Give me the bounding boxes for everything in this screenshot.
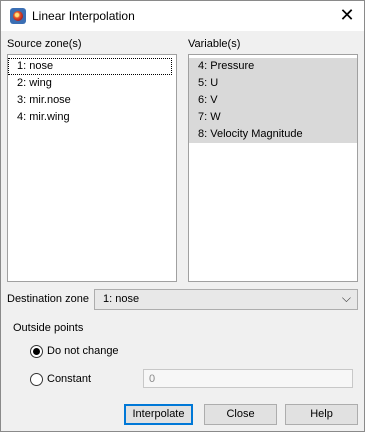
chevron-down-icon: ⌵ — [341, 291, 351, 305]
outside-points-label: Outside points — [13, 322, 84, 334]
variables-list[interactable]: 4: Pressure 5: U 6: V 7: W 8: Velocity M… — [188, 54, 358, 282]
variable-item[interactable]: 8: Velocity Magnitude — [189, 126, 357, 143]
constant-label: Constant — [47, 373, 92, 385]
source-zone-item[interactable]: 4: mir.wing — [8, 109, 70, 126]
do-not-change-radio[interactable] — [30, 345, 43, 358]
variable-item[interactable]: 4: Pressure — [189, 58, 357, 75]
title-bar: Linear Interpolation ✕ — [1, 1, 364, 31]
close-icon[interactable]: ✕ — [336, 5, 358, 27]
interpolate-button[interactable]: Interpolate — [124, 404, 193, 425]
source-zones-list[interactable]: 1: nose 2: wing 3: mir.nose 4: mir.wing — [7, 54, 177, 282]
constant-value-field[interactable] — [143, 369, 353, 388]
do-not-change-label: Do not change — [47, 345, 119, 357]
destination-zone-select[interactable]: 1: nose ⌵ — [94, 289, 358, 310]
variable-item[interactable]: 5: U — [189, 75, 357, 92]
help-button[interactable]: Help — [285, 404, 358, 425]
app-icon — [10, 8, 26, 24]
source-zone-item[interactable]: 2: wing — [8, 75, 52, 92]
destination-zone-value: 1: nose — [103, 293, 140, 305]
source-zones-label: Source zone(s) — [7, 38, 82, 50]
destination-zone-label: Destination zone — [7, 293, 89, 305]
window-title: Linear Interpolation — [32, 9, 135, 23]
constant-radio[interactable] — [30, 373, 43, 386]
variable-item[interactable]: 7: W — [189, 109, 357, 126]
source-zone-item[interactable]: 3: mir.nose — [8, 92, 71, 109]
close-button[interactable]: Close — [204, 404, 277, 425]
variable-item[interactable]: 6: V — [189, 92, 357, 109]
variables-label: Variable(s) — [188, 38, 241, 50]
dialog-window: Linear Interpolation ✕ Source zone(s) 1:… — [0, 0, 365, 432]
source-zone-item[interactable]: 1: nose — [8, 58, 172, 75]
constant-value-input[interactable] — [144, 370, 352, 387]
